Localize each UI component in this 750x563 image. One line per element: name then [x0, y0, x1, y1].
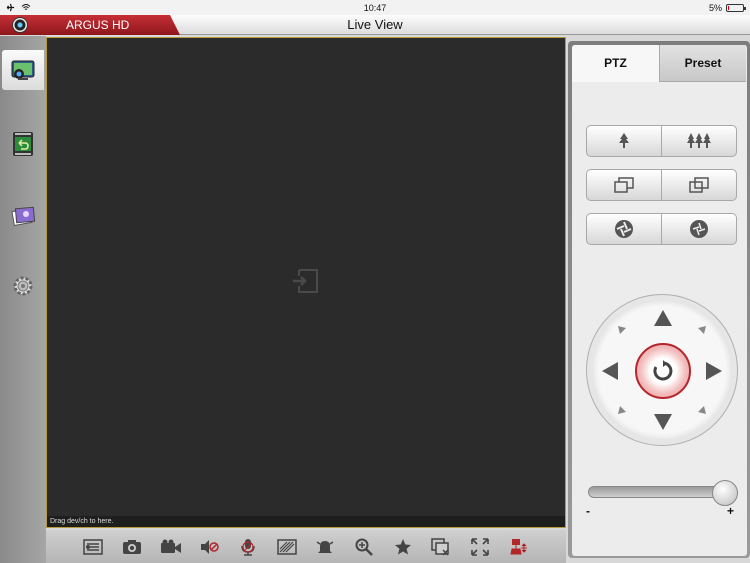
zoom-row: [586, 125, 737, 157]
sidebar-item-settings[interactable]: [2, 266, 44, 306]
video-window[interactable]: Drag dev/ch to here.: [46, 37, 566, 528]
tab-preset[interactable]: Preset: [659, 45, 746, 82]
talk-button[interactable]: [236, 535, 260, 559]
ptz-tabs: PTZ Preset: [572, 45, 747, 82]
favorite-button[interactable]: [391, 535, 415, 559]
ptz-direction-pad: [586, 294, 738, 446]
zoom-out-icon: [687, 133, 711, 148]
drag-hint: Drag dev/ch to here.: [47, 516, 565, 527]
quality-icon: [276, 538, 297, 555]
status-right: 5%: [664, 2, 746, 13]
ptz-icon: [509, 538, 527, 554]
live-toolbar: [46, 530, 566, 563]
close-window-button[interactable]: [429, 535, 453, 559]
favorite-icon: [394, 538, 411, 554]
status-left: [6, 3, 86, 12]
pan-right-icon[interactable]: [705, 361, 723, 381]
speed-slider-knob[interactable]: [712, 480, 738, 506]
focus-far-icon: [689, 177, 709, 193]
pan-down-icon[interactable]: [653, 413, 673, 431]
focus-far-button[interactable]: [661, 170, 736, 200]
battery-icon: [726, 3, 746, 12]
pan-down-right-icon[interactable]: [697, 405, 707, 415]
focus-near-button[interactable]: [587, 170, 661, 200]
sidebar-item-gallery[interactable]: [2, 196, 44, 236]
pan-up-icon[interactable]: [653, 309, 673, 327]
pan-left-icon[interactable]: [601, 361, 619, 381]
page-title: Live View: [347, 17, 403, 32]
ptz-panel: PTZ Preset - +: [568, 41, 750, 558]
pan-down-left-icon[interactable]: [617, 405, 627, 415]
quality-button[interactable]: [275, 535, 299, 559]
slider-min-label: -: [586, 504, 590, 518]
digital-zoom-icon: [355, 538, 373, 556]
iris-open-button[interactable]: [661, 214, 736, 244]
iris-close-icon: [615, 220, 633, 238]
auto-pan-button[interactable]: [635, 343, 691, 399]
zoom-out-button[interactable]: [661, 126, 736, 156]
fullscreen-button[interactable]: [468, 535, 492, 559]
status-time: 10:47: [363, 2, 387, 13]
nav-bar: ARGUS HD Live View: [0, 15, 750, 35]
audio-button[interactable]: [197, 535, 221, 559]
pan-up-left-icon[interactable]: [617, 325, 627, 335]
layout-icon: [83, 538, 104, 555]
zoom-in-button[interactable]: [587, 126, 661, 156]
airplane-icon: [6, 3, 15, 12]
focus-near-icon: [614, 177, 634, 193]
ptz-button[interactable]: [507, 535, 531, 559]
rotate-icon: [653, 360, 673, 381]
digital-zoom-button[interactable]: [352, 535, 376, 559]
drop-target-icon: [293, 269, 318, 293]
alarm-button[interactable]: [313, 535, 337, 559]
tab-ptz[interactable]: PTZ: [572, 45, 659, 82]
sidebar: [0, 36, 46, 563]
close-window-icon: [431, 537, 449, 556]
alarm-icon: [316, 540, 334, 553]
settings-icon: [13, 276, 33, 296]
battery-percent: 5%: [708, 2, 722, 13]
sidebar-item-live-view[interactable]: [2, 50, 44, 90]
fullscreen-icon: [471, 537, 489, 556]
gallery-icon: [11, 206, 36, 227]
iris-close-button[interactable]: [587, 214, 661, 244]
record-button[interactable]: [159, 535, 183, 559]
ptz-panel-body: PTZ Preset - +: [572, 45, 747, 556]
iris-open-icon: [690, 220, 708, 238]
snapshot-button[interactable]: [120, 535, 144, 559]
battery-fill: [728, 5, 729, 10]
iris-row: [586, 213, 737, 245]
playback-icon: [13, 132, 33, 156]
layout-button[interactable]: [81, 535, 105, 559]
audio-mute-icon: [201, 539, 220, 554]
focus-row: [586, 169, 737, 201]
sidebar-item-playback[interactable]: [2, 124, 44, 164]
snapshot-icon: [122, 539, 141, 554]
live-view-icon: [11, 60, 35, 80]
status-bar: 10:47 5%: [0, 0, 750, 15]
wifi-icon: [21, 4, 31, 10]
record-icon: [160, 539, 181, 553]
speed-slider-track[interactable]: [588, 486, 728, 498]
talk-icon: [241, 538, 255, 556]
slider-max-label: +: [727, 504, 735, 518]
zoom-in-icon: [619, 133, 629, 148]
pan-up-right-icon[interactable]: [697, 325, 707, 335]
